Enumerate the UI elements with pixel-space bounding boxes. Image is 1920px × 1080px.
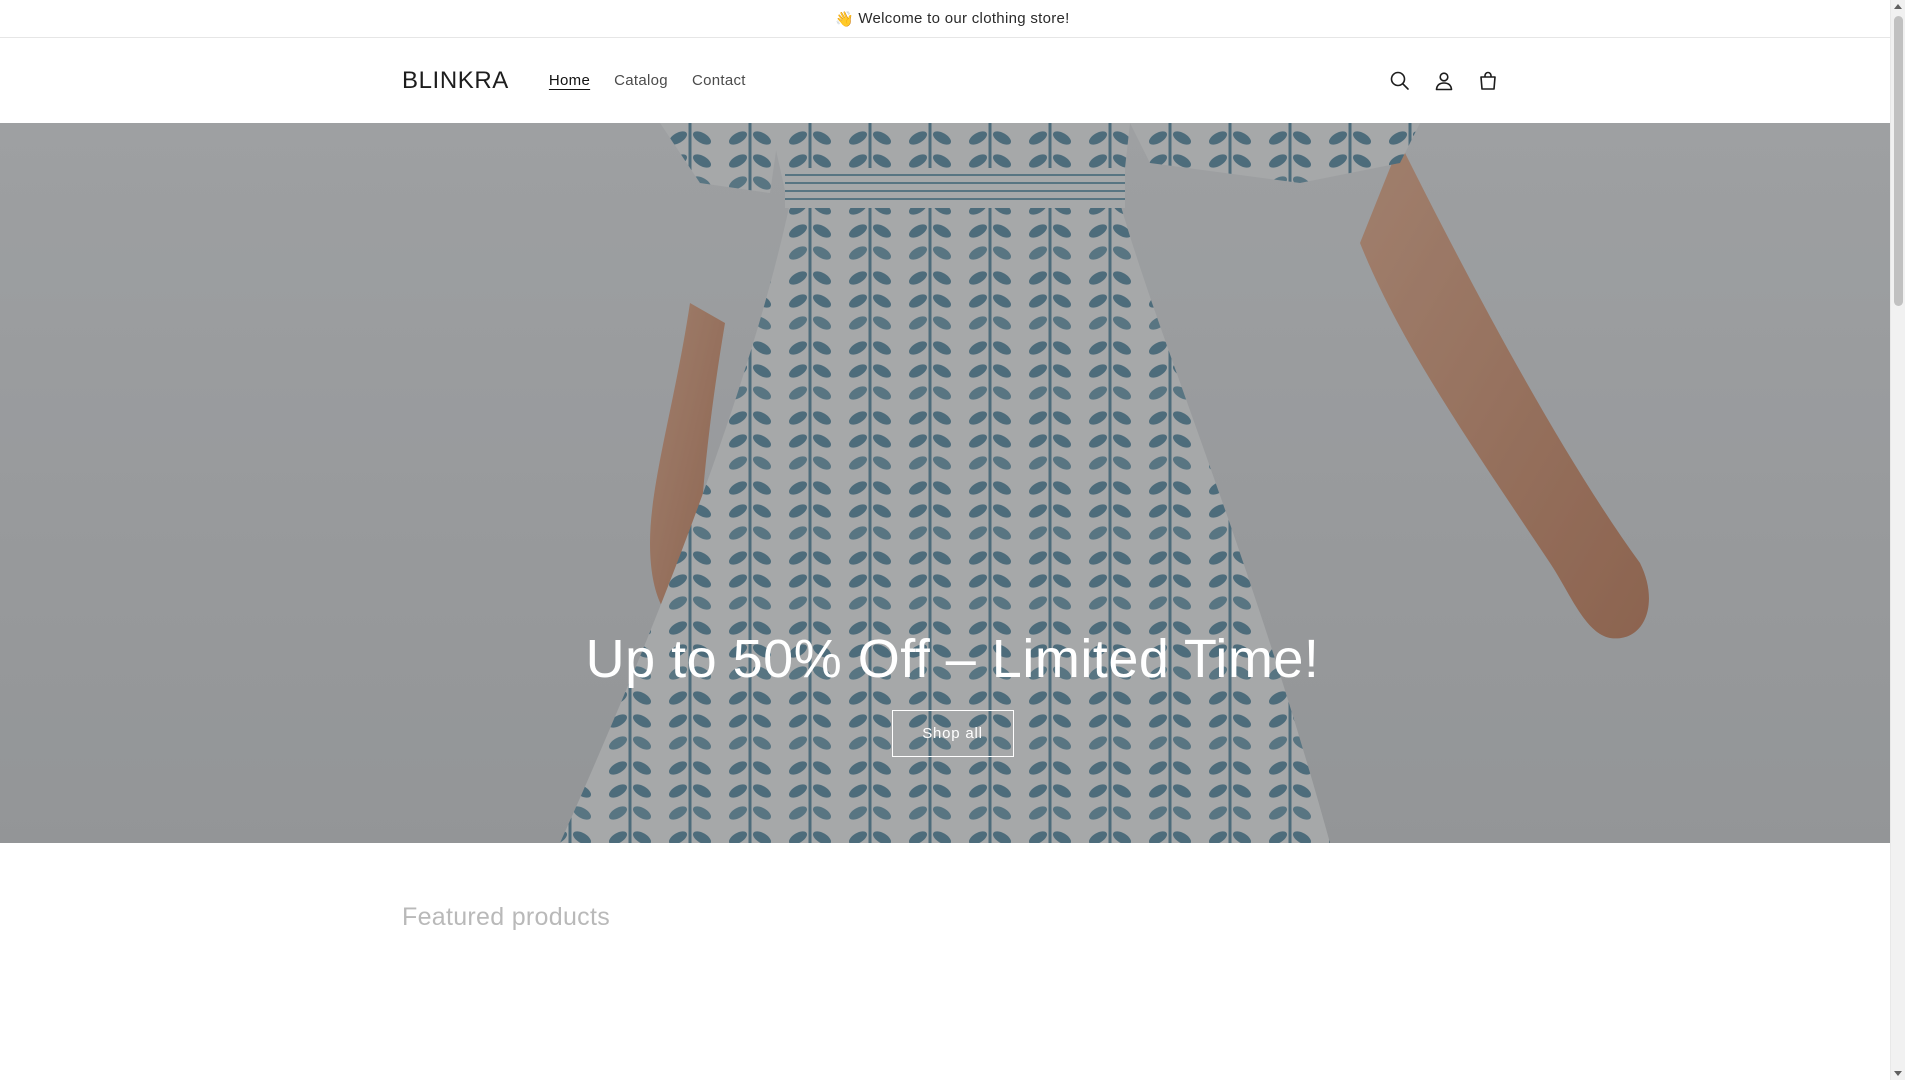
scrollbar-thumb[interactable]: [1894, 16, 1903, 306]
nav-home[interactable]: Home: [549, 72, 590, 89]
site-header: BLINKRA Home Catalog Contact: [0, 38, 1905, 123]
store-logo[interactable]: BLINKRA: [402, 67, 509, 95]
featured-products-section: Featured products: [0, 843, 1905, 932]
announcement-text: Welcome to our clothing store!: [858, 10, 1070, 27]
featured-title: Featured products: [402, 903, 610, 931]
scroll-up-icon[interactable]: [1894, 4, 1902, 9]
header-icons: [1385, 66, 1503, 96]
shop-all-button[interactable]: Shop all: [891, 710, 1014, 757]
page-scrollbar[interactable]: [1890, 0, 1905, 1080]
scroll-down-icon[interactable]: [1894, 1071, 1902, 1076]
main-nav: Home Catalog Contact: [537, 72, 758, 89]
nav-contact[interactable]: Contact: [692, 72, 746, 89]
nav-catalog[interactable]: Catalog: [614, 72, 668, 89]
account-icon[interactable]: [1429, 66, 1459, 96]
search-icon[interactable]: [1385, 66, 1415, 96]
announcement-bar: 👋 Welcome to our clothing store!: [0, 0, 1905, 38]
page: 👋 Welcome to our clothing store! BLINKRA…: [0, 0, 1905, 1080]
cart-icon[interactable]: [1473, 66, 1503, 96]
hero-banner: Up to 50% Off – Limited Time! Shop all: [0, 123, 1905, 843]
hero-title: Up to 50% Off – Limited Time!: [585, 629, 1320, 689]
hero-content: Up to 50% Off – Limited Time! Shop all: [0, 628, 1905, 757]
wave-emoji: 👋: [835, 10, 855, 28]
